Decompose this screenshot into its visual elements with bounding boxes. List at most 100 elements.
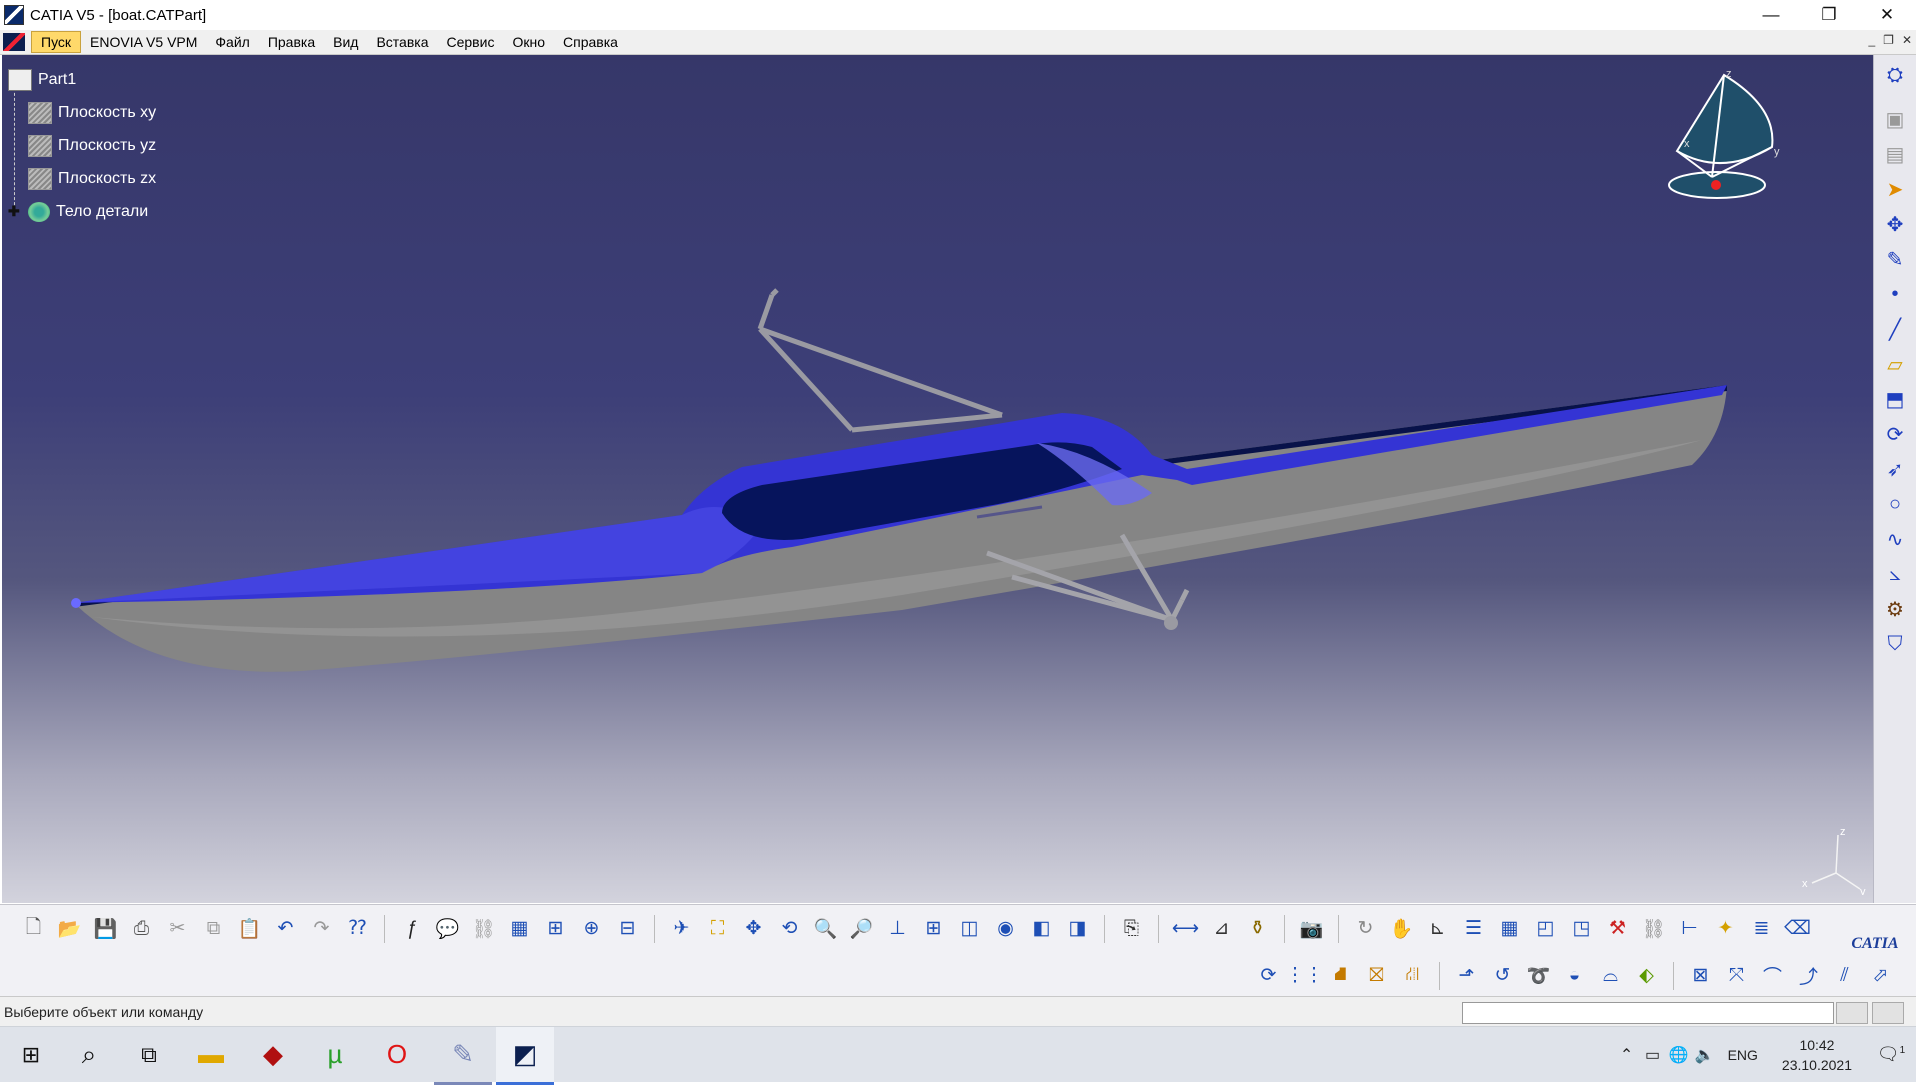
snap-icon[interactable]: ✥ bbox=[1880, 209, 1910, 239]
measure-inertia-icon[interactable]: ⚱ bbox=[1242, 913, 1273, 944]
update-icon[interactable]: ⎘ bbox=[1116, 913, 1147, 944]
surface-revolve-icon[interactable]: ↺ bbox=[1487, 960, 1518, 991]
sketcher-icon[interactable]: ✎ bbox=[1880, 244, 1910, 274]
task-view-icon[interactable]: ⧉ bbox=[120, 1027, 178, 1082]
swap-space-icon[interactable]: ◨ bbox=[1062, 913, 1093, 944]
menu-view[interactable]: Вид bbox=[324, 32, 367, 52]
menu-enovia[interactable]: ENOVIA V5 VPM bbox=[81, 32, 206, 52]
normal-view-icon[interactable]: ⊥ bbox=[882, 913, 913, 944]
snap-to-point-icon[interactable]: ◳ bbox=[1566, 913, 1597, 944]
tree-item-plane-xy[interactable]: Плоскость xy bbox=[8, 96, 156, 129]
boat-model[interactable] bbox=[2, 55, 1873, 903]
paint-app-icon[interactable]: ✎ bbox=[434, 1027, 492, 1085]
redo-icon[interactable]: ↷ bbox=[306, 913, 337, 944]
circle-icon[interactable]: ○ bbox=[1880, 489, 1910, 519]
multi-view-icon[interactable]: ⊞ bbox=[918, 913, 949, 944]
reference-icon[interactable]: ⊕ bbox=[576, 913, 607, 944]
surface-sweep-icon[interactable]: ➰ bbox=[1523, 960, 1554, 991]
command-input[interactable] bbox=[1462, 1002, 1834, 1024]
minimize-button[interactable]: — bbox=[1742, 0, 1800, 30]
stack-icon[interactable]: ≣ bbox=[1746, 913, 1777, 944]
doc-restore-icon[interactable]: ❐ bbox=[1883, 33, 1894, 47]
analysis-icon[interactable]: ✦ bbox=[1710, 913, 1741, 944]
split-icon[interactable]: ⤧ bbox=[1721, 960, 1752, 991]
hide-show-icon[interactable]: ◧ bbox=[1026, 913, 1057, 944]
extrude-icon[interactable]: ⬒ bbox=[1880, 384, 1910, 414]
doc-minimize-icon[interactable]: _ bbox=[1868, 33, 1875, 47]
capture-icon[interactable]: 📷 bbox=[1296, 913, 1327, 944]
sew-surface-icon[interactable]: ⛝ bbox=[1361, 960, 1392, 991]
fit-all-icon[interactable]: ⛶ bbox=[702, 913, 733, 944]
menu-file[interactable]: Файл bbox=[206, 32, 258, 52]
shading-icon[interactable]: ◉ bbox=[990, 913, 1021, 944]
compass-widget[interactable]: z x y bbox=[1662, 67, 1782, 217]
line-icon[interactable]: ╱ bbox=[1880, 314, 1910, 344]
measure-item-icon[interactable]: ⊿ bbox=[1206, 913, 1237, 944]
doc-close-icon[interactable]: ✕ bbox=[1902, 33, 1912, 47]
construction-icon[interactable]: ⚒ bbox=[1602, 913, 1633, 944]
rotate-view-icon[interactable]: ↻ bbox=[1350, 913, 1381, 944]
clock[interactable]: 10:42 23.10.2021 bbox=[1782, 1035, 1852, 1075]
catia-taskbar-icon[interactable]: ◩ bbox=[496, 1027, 554, 1085]
cut-icon[interactable]: ✂ bbox=[162, 913, 193, 944]
point-icon[interactable]: • bbox=[1880, 279, 1910, 309]
part-design-icon[interactable]: ▣ bbox=[1880, 104, 1910, 134]
extract-icon[interactable]: ⫽ bbox=[1829, 960, 1860, 991]
axis-system-icon[interactable]: ⊾ bbox=[1422, 913, 1453, 944]
join-icon[interactable]: ⊠ bbox=[1685, 960, 1716, 991]
sheet-metal-icon[interactable]: ⛉ bbox=[1880, 629, 1910, 659]
thick-surface-icon[interactable]: ⛜ bbox=[1397, 960, 1428, 991]
formula-icon[interactable]: ƒ bbox=[396, 913, 427, 944]
battery-icon[interactable]: ▭ bbox=[1640, 1045, 1666, 1065]
game-app-icon[interactable]: ◆ bbox=[244, 1027, 302, 1082]
menu-tools[interactable]: Сервис bbox=[438, 32, 504, 52]
plane-tool-icon[interactable]: ▱ bbox=[1880, 349, 1910, 379]
surface-extrude-icon[interactable]: ⬏ bbox=[1451, 960, 1482, 991]
align-icon[interactable]: ☰ bbox=[1458, 913, 1489, 944]
utorrent-icon[interactable]: µ bbox=[306, 1027, 364, 1082]
new-icon[interactable]: 🗋 bbox=[18, 913, 49, 944]
fly-mode-icon[interactable]: ✈ bbox=[666, 913, 697, 944]
catalog-icon[interactable]: ⊞ bbox=[540, 913, 571, 944]
measure-between-icon[interactable]: ⟷ bbox=[1170, 913, 1201, 944]
tree-root[interactable]: Part1 bbox=[8, 63, 156, 96]
sketch-icon[interactable]: ▤ bbox=[1880, 139, 1910, 169]
menu-help[interactable]: Справка bbox=[554, 32, 627, 52]
tree-item-plane-yz[interactable]: Плоскость yz bbox=[8, 129, 156, 162]
zoom-out-icon[interactable]: 🔎 bbox=[846, 913, 877, 944]
revolve-icon[interactable]: ⟳ bbox=[1880, 419, 1910, 449]
expand-plus-icon[interactable]: ✚ bbox=[8, 203, 20, 220]
3d-viewport[interactable]: Part1 Плоскость xy Плоскость yz Плоскост… bbox=[2, 55, 1873, 903]
pattern-icon[interactable]: ⋮⋮ bbox=[1286, 960, 1324, 991]
tree-item-part-body[interactable]: ✚ Тело детали bbox=[8, 195, 156, 228]
status-button-1[interactable] bbox=[1836, 1002, 1868, 1024]
replace-icon[interactable]: ⟳ bbox=[1253, 960, 1284, 991]
fill-icon[interactable]: ◒ bbox=[1559, 960, 1590, 991]
erase-icon[interactable]: ⌫ bbox=[1782, 913, 1813, 944]
volume-icon[interactable]: 🔈 bbox=[1692, 1045, 1718, 1065]
specification-tree[interactable]: Part1 Плоскость xy Плоскость yz Плоскост… bbox=[8, 63, 156, 228]
undo-icon[interactable]: ↶ bbox=[270, 913, 301, 944]
geometric-constraints-icon[interactable]: ⛓ bbox=[1638, 913, 1669, 944]
trim-icon[interactable]: ⌒ bbox=[1757, 960, 1788, 991]
copy-icon[interactable]: ⧉ bbox=[198, 913, 229, 944]
close-button[interactable]: ✕ bbox=[1858, 0, 1916, 30]
tray-chevron-icon[interactable]: ⌃ bbox=[1614, 1045, 1640, 1065]
tree-item-plane-zx[interactable]: Плоскость zx bbox=[8, 162, 156, 195]
spline-icon[interactable]: ∿ bbox=[1880, 524, 1910, 554]
boundary-icon[interactable]: ⤴ bbox=[1793, 960, 1824, 991]
menu-window[interactable]: Окно bbox=[503, 32, 554, 52]
status-button-2[interactable] bbox=[1872, 1002, 1904, 1024]
thickness-icon[interactable]: ⛘ bbox=[1325, 960, 1356, 991]
knowledge-icon[interactable]: ⚙ bbox=[1880, 594, 1910, 624]
file-explorer-icon[interactable]: ▬ bbox=[182, 1027, 240, 1082]
language-indicator[interactable]: ENG bbox=[1728, 1047, 1758, 1063]
notification-icon[interactable]: 🗨1 bbox=[1866, 1044, 1916, 1065]
comment-icon[interactable]: 💬 bbox=[432, 913, 463, 944]
work-on-support-icon[interactable]: ◰ bbox=[1530, 913, 1561, 944]
network-icon[interactable]: 🌐 bbox=[1666, 1045, 1692, 1065]
pan-icon[interactable]: ✥ bbox=[738, 913, 769, 944]
hand-icon[interactable]: ✋ bbox=[1386, 913, 1417, 944]
opera-icon[interactable]: O bbox=[368, 1027, 426, 1082]
search-icon[interactable]: ⌕ bbox=[60, 1027, 118, 1082]
